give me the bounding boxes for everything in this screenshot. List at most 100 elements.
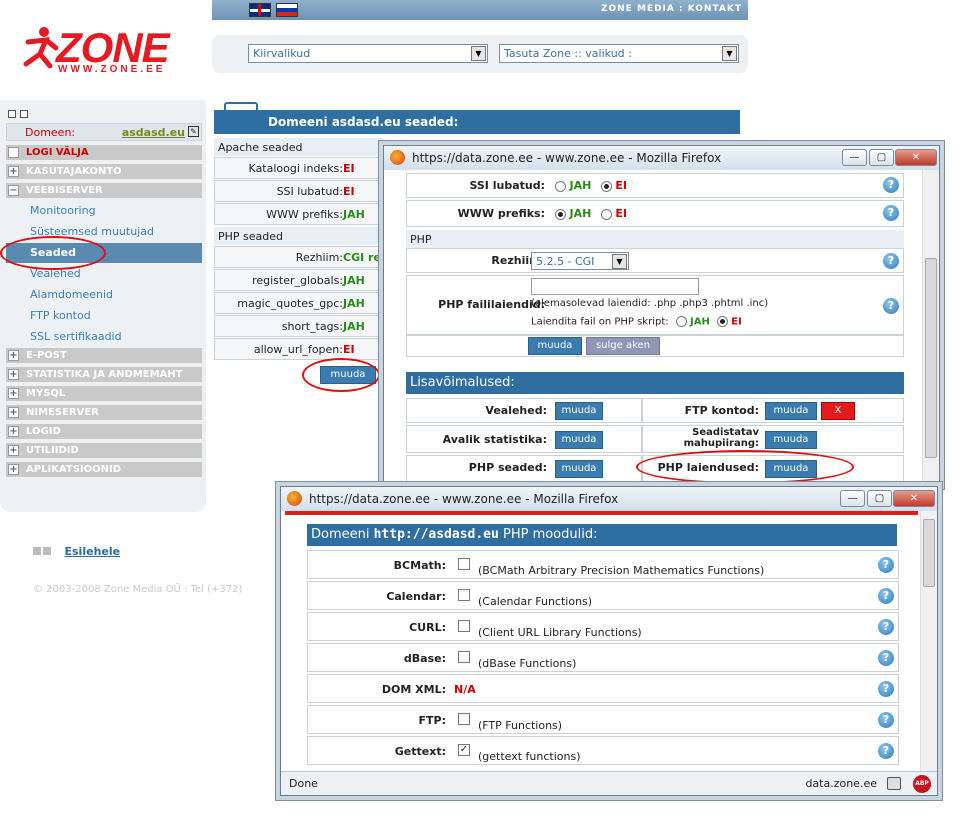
menu-webserver[interactable]: − VEEBISERVER: [6, 183, 202, 199]
scroll-thumb[interactable]: [925, 258, 937, 458]
row-key: WWW prefiks:: [266, 208, 343, 221]
module-row: DOM XML: N/A?: [307, 674, 899, 703]
radio-ei[interactable]: [600, 180, 612, 192]
heading-text: Domeeni: [311, 527, 374, 542]
edit-icon[interactable]: ✎: [188, 126, 199, 137]
ssi-row: SSI lubatud: JAH EI ?: [406, 173, 904, 198]
php-section: PHP seaded: [214, 227, 384, 245]
extras-title: Lisavõimalused:: [406, 372, 904, 394]
menu-logout[interactable]: LOGI VÄLJA: [6, 145, 202, 161]
firefox-window-modules: https://data.zone.ee - www.zone.ee - Moz…: [280, 486, 938, 796]
menu-label: VEEBISERVER: [26, 185, 103, 196]
sub-monitoring[interactable]: Monitooring: [6, 201, 202, 221]
firefox-window-settings: https://data.zone.ee - www.zone.ee - Moz…: [383, 145, 940, 486]
close-button[interactable]: ✕: [895, 149, 937, 166]
menu-logs[interactable]: + LOGID: [6, 424, 202, 440]
delete-button[interactable]: X: [821, 402, 855, 420]
zone-logo[interactable]: ZONE WWW.ZONE.EE: [18, 24, 188, 78]
scrollbar[interactable]: [922, 170, 939, 486]
extras-button[interactable]: muuda: [555, 402, 603, 420]
menu-label: UTILIIDID: [26, 445, 79, 456]
plus-icon: +: [8, 445, 19, 456]
free-select-value: Tasuta Zone :: valikud :: [504, 47, 632, 60]
row-value: EI: [343, 185, 355, 198]
menu-nameserver[interactable]: + NIMESERVER: [6, 405, 202, 421]
collapse-all-icon[interactable]: [8, 110, 16, 118]
close-button[interactable]: ✕: [893, 490, 935, 507]
module-key: dBase:: [403, 652, 446, 665]
help-icon[interactable]: ?: [883, 253, 899, 269]
extras-button[interactable]: muuda: [765, 402, 817, 420]
row-value: JAH: [343, 208, 365, 221]
running-man-icon: [23, 27, 58, 69]
free-select[interactable]: Tasuta Zone :: valikud : ▼: [499, 44, 739, 63]
extensions-note: (olemasolevad laiendid: .php .php3 .phtm…: [531, 298, 769, 309]
scroll-thumb[interactable]: [923, 519, 935, 587]
help-icon[interactable]: ?: [878, 619, 894, 635]
close-window-button[interactable]: sulge aken: [586, 337, 660, 355]
help-icon[interactable]: ?: [878, 650, 894, 666]
maximize-button[interactable]: ▢: [869, 149, 894, 166]
help-icon[interactable]: ?: [878, 712, 894, 728]
php-buttons-row: muuda sulge aken: [406, 335, 904, 357]
radio-jah[interactable]: [555, 208, 566, 220]
sub-subdomains[interactable]: Alamdomeenid: [6, 285, 202, 305]
status-bar: Done data.zone.ee ABP: [281, 771, 937, 795]
expand-all-icon[interactable]: [20, 110, 28, 118]
menu-mysql[interactable]: + MYSQL: [6, 386, 202, 402]
help-icon[interactable]: ?: [878, 588, 894, 604]
square-icon: [43, 547, 51, 555]
lock-icon: [887, 777, 901, 790]
module-desc: (gettext functions): [478, 750, 581, 763]
quick-select[interactable]: Kiirvalikud ▼: [248, 44, 488, 63]
radio-ei[interactable]: [717, 316, 729, 327]
sub-ftp-accounts[interactable]: FTP kontod: [6, 306, 202, 326]
row-value: EI: [343, 343, 355, 356]
save-button[interactable]: muuda: [528, 337, 582, 355]
top-links[interactable]: ZONE MEDIA : KONTAKT: [601, 4, 742, 14]
extensions-row: PHP faililaiendid: (olemasolevad laiendi…: [406, 275, 904, 335]
extras-button[interactable]: muuda: [765, 431, 817, 449]
domain-value[interactable]: asdasd.eu: [122, 126, 185, 139]
extras-item: FTP kontod: muuda X: [642, 398, 904, 423]
menu-applications[interactable]: + APLIKATSIOONID: [6, 462, 202, 478]
domain-label: Domeen:: [25, 126, 76, 139]
adblock-icon[interactable]: ABP: [913, 775, 931, 793]
menu-email[interactable]: + E-POST: [6, 348, 202, 364]
mode-value: 5.2.5 - CGI: [536, 255, 595, 268]
home-link[interactable]: Esilehele: [65, 545, 121, 558]
ru-flag-icon[interactable]: [276, 3, 298, 17]
help-icon[interactable]: ?: [883, 177, 899, 193]
radio-label: EI: [615, 207, 627, 220]
highlight-oval: [302, 358, 380, 392]
mode-select[interactable]: 5.2.5 - CGI ▼: [531, 252, 629, 270]
module-checkbox[interactable]: [458, 651, 470, 663]
apache-row: WWW prefiks: JAH: [214, 203, 384, 225]
module-checkbox[interactable]: [458, 589, 470, 601]
help-icon[interactable]: ?: [883, 205, 899, 221]
help-icon[interactable]: ?: [878, 743, 894, 759]
extensions-input[interactable]: [531, 278, 699, 295]
help-icon[interactable]: ?: [883, 298, 899, 314]
minimize-button[interactable]: —: [842, 149, 867, 166]
module-checkbox[interactable]: [458, 620, 470, 632]
extras-button[interactable]: muuda: [555, 431, 603, 449]
radio-jah[interactable]: [675, 316, 687, 327]
radio-label: EI: [731, 316, 742, 328]
help-icon[interactable]: ?: [878, 557, 894, 573]
extras-button[interactable]: muuda: [555, 460, 603, 478]
menu-account[interactable]: + KASUTAJAKONTO: [6, 164, 202, 180]
radio-ei[interactable]: [600, 208, 612, 220]
module-checkbox[interactable]: [458, 713, 470, 725]
radio-jah[interactable]: [555, 180, 566, 192]
uk-flag-icon[interactable]: [249, 3, 271, 17]
menu-utilities[interactable]: + UTILIIDID: [6, 443, 202, 459]
minimize-button[interactable]: —: [840, 490, 865, 507]
module-checkbox[interactable]: [458, 558, 470, 570]
module-checkbox[interactable]: ✓: [458, 744, 470, 756]
scrollbar[interactable]: [920, 511, 937, 773]
sub-ssl[interactable]: SSL sertifikaadid: [6, 327, 202, 347]
maximize-button[interactable]: ▢: [867, 490, 892, 507]
menu-stats[interactable]: + STATISTIKA JA ANDMEMAHT: [6, 367, 202, 383]
help-icon[interactable]: ?: [878, 681, 894, 697]
